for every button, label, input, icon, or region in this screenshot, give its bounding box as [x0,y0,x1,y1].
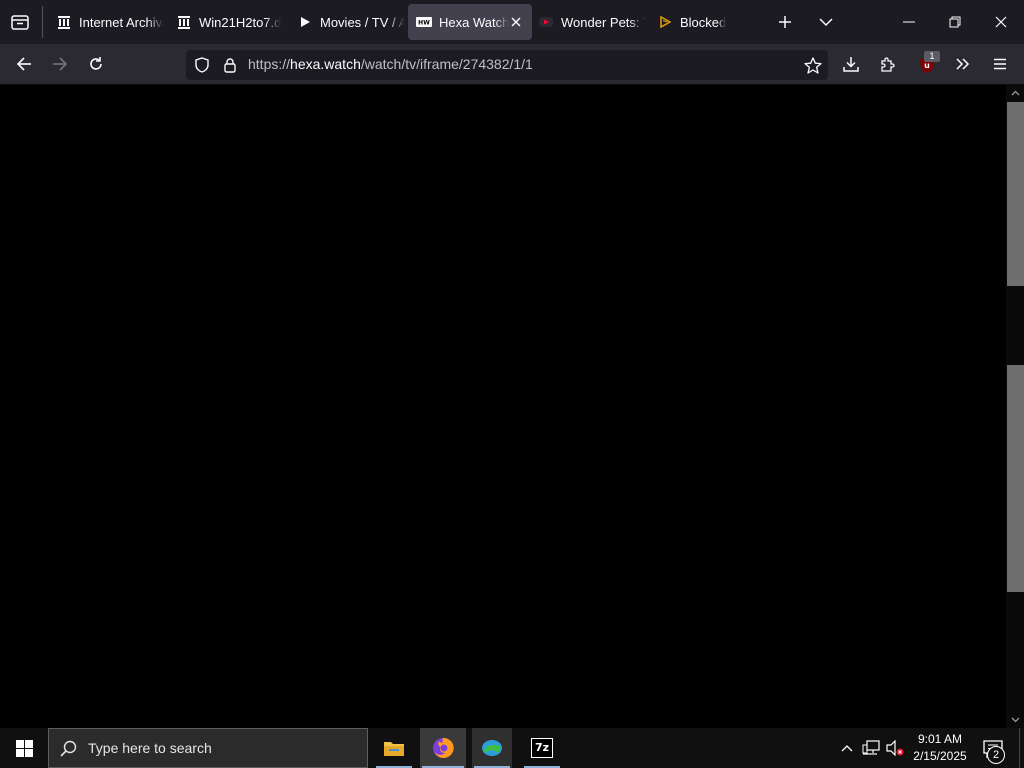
lock-icon[interactable] [220,55,240,75]
archive-icon [176,14,192,30]
network-icon[interactable] [860,738,882,758]
clock-time: 9:01 AM [917,732,963,746]
close-window-icon[interactable] [978,0,1024,44]
url-scheme: https:// [248,56,291,72]
volume-muted-icon[interactable] [884,738,906,758]
search-icon [58,738,78,758]
url-path: /watch/tv/iframe/274382/1/1 [360,56,533,72]
tab-separator [42,6,43,38]
new-tab-icon[interactable] [773,10,797,34]
restore-icon[interactable] [932,0,978,44]
scrollbar-thumb-lower[interactable] [1007,365,1024,592]
tab-blocked[interactable]: Blocked [651,4,757,40]
close-tab-icon[interactable] [508,14,524,30]
archive-icon [56,14,72,30]
tab-label: Wonder Pets: T [561,14,646,30]
youtube-icon [538,14,554,30]
tab-label: Hexa Watch [439,14,509,30]
back-arrow-icon[interactable] [12,52,36,76]
firefox-icon[interactable] [420,728,466,768]
7zip-icon[interactable]: 7z [522,728,562,768]
scrollbar-thumb-upper[interactable] [1007,102,1024,286]
show-hidden-icons-chevron-icon[interactable] [838,738,856,758]
7zip-label: 7z [531,738,553,758]
clock-date: 2/15/2025 [913,749,967,763]
url-domain: hexa.watch [290,56,361,72]
list-all-tabs-icon[interactable] [814,10,838,34]
tab-label: Win21H2to7.d [199,14,282,30]
hexa-icon: HW [416,14,432,30]
video-iframe-area[interactable] [0,85,1006,728]
downloads-icon[interactable] [839,52,863,76]
taskbar-clock[interactable]: 9:01 AM 2/15/2025 [908,731,972,765]
hamburger-menu-icon[interactable] [988,52,1012,76]
tab-movies-tv[interactable]: Movies / TV / A [291,4,405,40]
extension-badge: 1 [924,51,940,62]
windows-start-icon[interactable] [0,728,48,768]
plex-icon [657,14,673,30]
forward-arrow-icon[interactable] [48,52,72,76]
bookmark-star-icon[interactable] [801,53,825,77]
file-explorer-icon[interactable] [374,728,414,768]
svg-text:HW: HW [418,20,430,27]
tab-wonder-pets[interactable]: Wonder Pets: T [532,4,646,40]
url-text[interactable]: https://hexa.watch/watch/tv/iframe/27438… [248,56,533,72]
minimize-icon[interactable] [886,0,932,44]
tab-label: Internet Archive [79,14,164,30]
idm-icon[interactable] [472,728,512,768]
overflow-chevron-icon[interactable] [951,52,975,76]
tracking-protection-shield-icon[interactable] [192,55,212,75]
search-placeholder: Type here to search [88,740,212,756]
notification-count-badge: 2 [987,746,1005,764]
extensions-icon[interactable] [876,52,900,76]
svg-text:u: u [924,61,930,70]
play-icon [297,14,313,30]
tab-hexa-watch[interactable]: HW Hexa Watch [408,4,532,40]
tab-label: Blocked [680,14,727,30]
scroll-up-arrow-icon[interactable] [1007,86,1024,100]
tab-label: Movies / TV / A [320,14,405,30]
show-desktop-button[interactable] [1019,728,1024,768]
tab-internet-archive[interactable]: Internet Archive [50,4,164,40]
scroll-down-arrow-icon[interactable] [1007,713,1024,727]
firefox-view-icon[interactable] [8,10,32,34]
reload-icon[interactable] [84,52,108,76]
tab-win21h2to7[interactable]: Win21H2to7.d [170,4,284,40]
